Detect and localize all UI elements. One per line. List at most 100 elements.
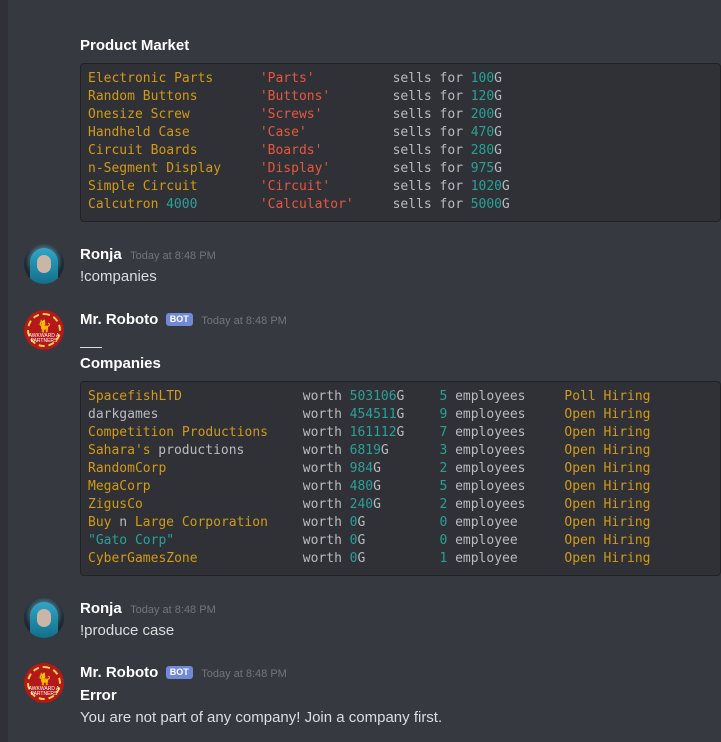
product-price: 470 [470,125,495,140]
product-market-title: Product Market [80,37,190,54]
message-content: !produce case [80,622,175,639]
sells-for-label: sells for [392,125,464,140]
product-price: 280 [470,143,495,158]
currency-unit: G [373,479,381,494]
employee-count: 9 [439,407,448,422]
timestamp: Today at 8:48 PM [201,668,287,680]
cat-icon: 🐈 [36,672,52,686]
company-row: CyberGamesZone worth 0 G 1 employee Open Hirin… [88,550,720,568]
product-name: Electronic Parts [88,71,214,86]
company-row: Competition Productions worth 161112 G 7 empl… [88,424,720,442]
hiring-status: Open Hiring [564,425,651,440]
product-key: 'Circuit' [259,179,331,194]
employees-label: employees [455,389,526,404]
currency-unit: G [494,125,502,140]
employees-label: employee [455,551,518,566]
worth-label: worth [302,515,342,530]
avatar-logo-text: AWKWARD A PARTNERS [28,333,60,344]
worth-label: worth [302,407,342,422]
employee-count: 3 [439,443,448,458]
employee-count: 2 [439,497,448,512]
product-price: 5000 [470,197,502,212]
hiring-status: Open Hiring [564,443,651,458]
currency-unit: G [396,407,405,422]
hiring-status: Open Hiring [564,515,651,530]
product-market-codeblock: Electronic Parts 'Parts' sells for 100 G Rand… [80,63,721,222]
hiring-status: Poll Hiring [564,389,651,404]
currency-unit: G [494,161,502,176]
employees-label: employees [455,497,526,512]
company-worth: 480 [349,479,374,494]
product-row: Circuit Boards 'Boards' sells for 280 G [88,142,720,160]
product-row: Onesize Screw 'Screws' sells for 200 G [88,106,720,124]
product-name: Simple Circuit [88,179,198,194]
sells-for-label: sells for [392,161,464,176]
employees-label: employees [455,461,526,476]
company-row: RandomCorp worth 984 G 2 employees Open Hiring [88,460,720,478]
hiring-status: Open Hiring [564,533,651,548]
company-worth: 6819 [349,443,381,458]
company-name: productions [150,443,245,458]
currency-unit: G [373,461,381,476]
product-model-number: 4000 [166,197,198,212]
employees-label: employees [455,407,526,422]
worth-label: worth [302,479,342,494]
companies-title: Companies [80,355,161,372]
company-worth: 503106 [349,389,397,404]
currency-unit: G [357,515,366,530]
worth-label: worth [302,497,342,512]
hiring-status: Open Hiring [564,407,651,422]
employees-label: employees [455,479,526,494]
company-worth: 984 [349,461,374,476]
companies-codeblock: SpacefishLTD worth 503106 G 5 employees Poll H… [80,381,721,576]
company-row: Sahara's productions worth 6819 G 3 employees… [88,442,720,460]
timestamp: Today at 8:48 PM [130,604,216,616]
product-row: Simple Circuit 'Circuit' sells for 1020 G [88,178,720,196]
currency-unit: G [380,443,389,458]
mr-roboto-avatar[interactable]: 🐈 AWKWARD A PARTNERS [24,310,64,350]
currency-unit: G [494,143,502,158]
employee-count: 1 [439,551,448,566]
company-name: Large Corporation [134,515,268,530]
company-row: ZigusCo worth 240 G 2 employees Open Hiring [88,496,720,514]
product-row: Electronic Parts 'Parts' sells for 100 G [88,70,720,88]
product-name: Random Buttons [88,89,198,104]
company-name: CyberGamesZone [88,551,198,566]
company-name: Competition Productions [88,425,269,440]
currency-unit: G [501,197,510,212]
currency-unit: G [357,551,366,566]
author-name[interactable]: Ronja [80,246,122,263]
message-header: Ronja Today at 8:48 PM [80,246,216,264]
ronja-avatar[interactable] [24,598,64,638]
company-name: Buy [88,515,112,530]
company-row: MegaCorp worth 480 G 5 employees Open Hiring [88,478,720,496]
company-worth: 161112 [349,425,397,440]
product-price: 975 [470,161,495,176]
worth-label: worth [302,425,342,440]
product-key: 'Boards' [259,143,323,158]
product-key: 'Calculator' [259,197,354,212]
mr-roboto-avatar[interactable]: 🐈 AWKWARD A PARTNERS [24,663,64,703]
author-name[interactable]: Mr. Roboto [80,664,158,681]
worth-label: worth [302,533,342,548]
bot-badge: BOT [165,666,193,679]
product-key: 'Buttons' [259,89,331,104]
company-row: Buy n Large Corporation worth 0 G 0 employee O… [88,514,720,532]
company-worth: 0 [349,533,358,548]
currency-unit: G [494,89,502,104]
bot-badge: BOT [165,313,193,326]
company-name: ZigusCo [88,497,143,512]
employee-count: 5 [439,389,448,404]
company-worth: 454511 [349,407,397,422]
message-header: Ronja Today at 8:48 PM [80,600,216,618]
product-key: 'Screws' [259,107,323,122]
product-name: n-Segment Display [88,161,222,176]
author-name[interactable]: Mr. Roboto [80,311,158,328]
product-price: 1020 [470,179,502,194]
ronja-avatar[interactable] [24,244,64,284]
worth-label: worth [302,551,342,566]
employees-label: employees [455,425,526,440]
author-name[interactable]: Ronja [80,600,122,617]
sells-for-label: sells for [392,197,464,212]
sells-for-label: sells for [392,89,464,104]
